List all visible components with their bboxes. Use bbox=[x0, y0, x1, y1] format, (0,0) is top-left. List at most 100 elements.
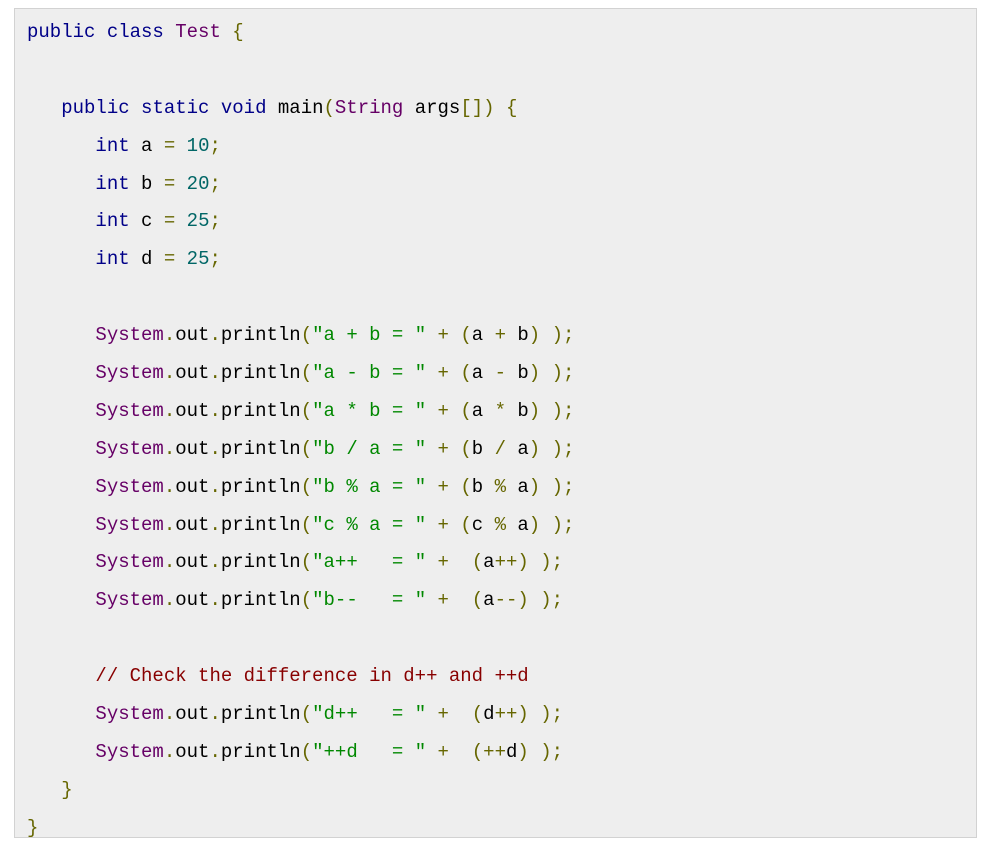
code-token-lit: 20 bbox=[186, 172, 210, 195]
code-token-pun: . bbox=[163, 513, 176, 536]
code-token-pln: out bbox=[175, 740, 210, 763]
code-token-pun: + bbox=[437, 589, 449, 612]
code-token-pun: + bbox=[437, 324, 449, 347]
code-token-pln bbox=[27, 665, 95, 687]
code-token-pun: + bbox=[437, 703, 449, 726]
code-token-pun: / bbox=[494, 437, 506, 460]
code-token-pun: { bbox=[232, 21, 244, 43]
code-token-pln bbox=[27, 362, 95, 384]
code-token-pln bbox=[27, 589, 95, 611]
code-token-kwd: int bbox=[95, 210, 130, 233]
code-token-pun: = bbox=[163, 210, 176, 233]
code-token-pln: d bbox=[505, 740, 518, 763]
code-token-kwd: int bbox=[95, 172, 130, 195]
code-token-pun: ); bbox=[551, 437, 575, 460]
code-token-pln bbox=[426, 551, 437, 573]
code-token-pln bbox=[540, 514, 551, 536]
code-token-pln bbox=[426, 324, 437, 346]
code-token-pun: = bbox=[163, 248, 176, 271]
code-token-pun: + bbox=[494, 324, 506, 347]
code-token-pun: ); bbox=[551, 513, 575, 536]
code-token-pln: println bbox=[220, 513, 301, 536]
code-token-pun: * bbox=[494, 399, 506, 422]
code-token-pun: = bbox=[163, 172, 176, 195]
code-line: System.out.println("a - b = " + (a - b) … bbox=[27, 355, 976, 393]
code-token-pln: println bbox=[220, 437, 301, 460]
code-token-pun: ++) bbox=[494, 703, 529, 726]
code-token-pln bbox=[529, 589, 540, 611]
code-token-pln bbox=[175, 135, 186, 157]
code-token-pun: ( bbox=[323, 96, 335, 119]
code-token-pun: . bbox=[163, 740, 176, 763]
code-token-pln bbox=[27, 438, 95, 460]
code-token-pln bbox=[449, 324, 460, 346]
code-token-pln: a bbox=[483, 589, 495, 612]
code-token-pun: ) bbox=[528, 324, 541, 347]
code-token-typ: Test bbox=[175, 21, 221, 43]
code-token-pln: out bbox=[175, 324, 210, 347]
code-token-pln bbox=[27, 741, 95, 763]
code-line: System.out.println("++d = " + (++d) ); bbox=[27, 734, 976, 772]
code-token-pun: % bbox=[494, 475, 506, 498]
code-token-pun: ( bbox=[460, 362, 472, 385]
code-token-pun: []) bbox=[460, 96, 495, 119]
code-token-pun: ( bbox=[300, 399, 313, 422]
code-token-pun: ); bbox=[540, 551, 564, 574]
code-token-pln bbox=[449, 476, 460, 498]
code-token-pln bbox=[449, 400, 460, 422]
code-token-pun: ( bbox=[460, 324, 472, 347]
code-token-pun: ( bbox=[300, 437, 313, 460]
code-token-kwd: void bbox=[220, 96, 267, 119]
code-token-pln: b bbox=[471, 437, 495, 460]
code-token-pun: ); bbox=[551, 362, 575, 385]
code-line: // Check the difference in d++ and ++d bbox=[27, 658, 976, 696]
code-token-lit: 25 bbox=[186, 248, 210, 271]
code-token-pun: . bbox=[163, 362, 176, 385]
code-token-pun: ) bbox=[528, 475, 541, 498]
code-token-pun: . bbox=[209, 513, 221, 536]
code-token-typ: System bbox=[95, 551, 164, 574]
code-token-pun: ); bbox=[540, 703, 564, 726]
code-token-pun: . bbox=[163, 589, 176, 612]
code-token-pln: out bbox=[175, 513, 210, 536]
code-token-pun: . bbox=[163, 324, 176, 347]
code-line: System.out.println("b-- = " + (a--) ); bbox=[27, 582, 976, 620]
code-token-pln: a bbox=[505, 513, 529, 536]
code-token-pln: out bbox=[175, 362, 210, 385]
code-token-pln: a bbox=[483, 551, 495, 574]
code-token-pln bbox=[540, 476, 551, 498]
code-token-pun: --) bbox=[494, 589, 529, 612]
code-line: System.out.println("a + b = " + (a + b) … bbox=[27, 317, 976, 355]
code-token-kwd: public bbox=[27, 21, 96, 43]
code-token-pln: b bbox=[129, 172, 164, 195]
code-token-pln: out bbox=[175, 551, 210, 574]
code-token-pun: . bbox=[209, 740, 221, 763]
code-token-pln bbox=[449, 703, 472, 725]
code-token-pln bbox=[426, 362, 437, 384]
code-token-pln bbox=[540, 324, 551, 346]
code-token-pun: ) bbox=[528, 399, 541, 422]
code-token-pln bbox=[449, 551, 472, 573]
code-token-pln bbox=[27, 210, 95, 232]
code-token-pln bbox=[449, 589, 472, 611]
code-token-pun: . bbox=[209, 551, 221, 574]
code-token-str: "b-- = " bbox=[312, 589, 427, 612]
code-token-pln bbox=[27, 324, 95, 346]
code-token-lit: 25 bbox=[186, 210, 210, 233]
code-token-pln bbox=[540, 438, 551, 460]
code-token-pun: ); bbox=[540, 740, 564, 763]
code-token-typ: System bbox=[95, 399, 164, 422]
code-token-pun: ) bbox=[528, 513, 541, 536]
code-token-pln bbox=[27, 135, 95, 157]
code-token-typ: System bbox=[95, 475, 164, 498]
code-line: System.out.println("a++ = " + (a++) ); bbox=[27, 544, 976, 582]
code-token-pun: ; bbox=[209, 248, 221, 271]
code-token-pln bbox=[221, 21, 232, 43]
code-token-pln bbox=[426, 589, 437, 611]
code-line: System.out.println("a * b = " + (a * b) … bbox=[27, 393, 976, 431]
code-token-pln bbox=[27, 514, 95, 536]
code-token-pln: out bbox=[175, 703, 210, 726]
code-token-pun: . bbox=[163, 399, 176, 422]
